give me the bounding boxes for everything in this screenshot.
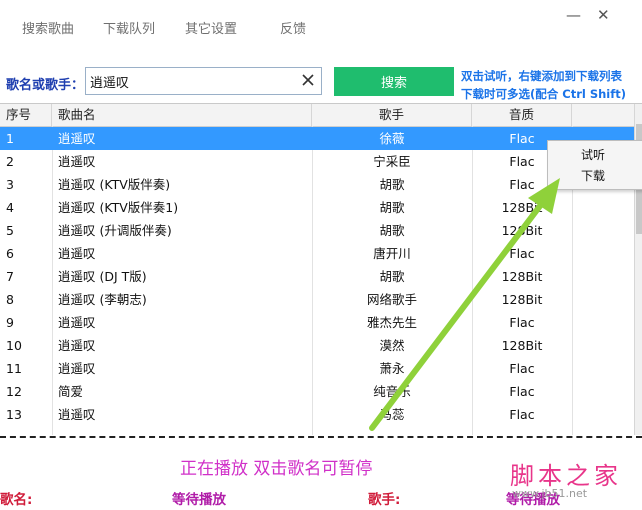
row-song-name: 逍遥叹 (KTV版伴奏1) (58, 200, 179, 215)
artist-label: 歌手: (368, 492, 401, 508)
divider (0, 436, 642, 438)
table-row[interactable]: 3 逍遥叹 (KTV版伴奏) 胡歌 Flac (0, 173, 634, 196)
clear-icon[interactable] (301, 73, 315, 87)
search-input[interactable] (90, 71, 290, 91)
results-table: 序号 歌曲名 歌手 音质 1 逍遥叹 徐薇 Flac 2 逍遥叹 宁采臣 Flac 3 逍遥叹 (… (0, 103, 642, 435)
row-artist: 雅杰先生 (366, 315, 417, 330)
row-quality: 128Bit (501, 338, 543, 353)
row-artist: 马蕊 (379, 407, 405, 422)
row-index: 11 (6, 361, 22, 376)
row-song-name: 逍遥叹 (58, 315, 96, 330)
row-index: 1 (6, 131, 14, 146)
song-label: 歌名: (0, 492, 33, 508)
table-row[interactable]: 11 逍遥叹 萧永 Flac (0, 357, 634, 380)
row-index: 12 (6, 384, 22, 399)
row-artist: 网络歌手 (366, 292, 417, 307)
hint-line-2: 下载时可多选(配合 Ctrl Shift) (461, 87, 626, 101)
close-button[interactable]: ✕ (597, 6, 610, 24)
row-index: 10 (6, 338, 22, 353)
row-quality: Flac (509, 315, 535, 330)
table-row[interactable]: 7 逍遥叹 (DJ T版) 胡歌 128Bit (0, 265, 634, 288)
row-artist: 漠然 (379, 338, 405, 353)
row-artist: 徐薇 (379, 131, 405, 146)
menu-other-settings[interactable]: 其它设置 (185, 18, 237, 37)
table-row[interactable]: 6 逍遥叹 唐开川 Flac (0, 242, 634, 265)
table-row[interactable]: 10 逍遥叹 漠然 128Bit (0, 334, 634, 357)
row-song-name: 逍遥叹 (58, 246, 96, 261)
row-song-name: 简爱 (58, 384, 84, 399)
row-artist: 唐开川 (373, 246, 411, 261)
row-index: 6 (6, 246, 14, 261)
header-quality[interactable]: 音质 (472, 104, 572, 126)
row-artist: 胡歌 (379, 177, 405, 192)
menu-download-queue[interactable]: 下载队列 (103, 18, 155, 37)
row-artist: 宁采臣 (373, 154, 411, 169)
row-song-name: 逍遥叹 (升调版伴奏) (58, 223, 172, 238)
row-song-name: 逍遥叹 (KTV版伴奏) (58, 177, 171, 192)
row-artist: 胡歌 (379, 223, 405, 238)
row-artist: 萧永 (379, 361, 405, 376)
row-song-name: 逍遥叹 (58, 361, 96, 376)
watermark-logo: 脚本之家 (510, 462, 622, 490)
row-index: 2 (6, 154, 14, 169)
row-index: 3 (6, 177, 14, 192)
row-artist: 胡歌 (379, 200, 405, 215)
row-index: 9 (6, 315, 14, 330)
minimize-button[interactable]: — (566, 6, 581, 24)
row-quality: 128Bit (501, 292, 543, 307)
table-row[interactable]: 4 逍遥叹 (KTV版伴奏1) 胡歌 128Bit (0, 196, 634, 219)
row-quality: 128Bit (501, 269, 543, 284)
table-header: 序号 歌曲名 歌手 音质 (0, 104, 634, 127)
row-quality: Flac (509, 246, 535, 261)
row-artist: 纯音乐 (373, 384, 411, 399)
row-quality: 128Bit (501, 200, 543, 215)
row-index: 4 (6, 200, 14, 215)
row-song-name: 逍遥叹 (58, 154, 96, 169)
watermark-url: www.jb51.net (512, 487, 588, 500)
search-label: 歌名或歌手： (6, 78, 85, 93)
table-row[interactable]: 1 逍遥叹 徐薇 Flac (0, 127, 634, 150)
row-song-name: 逍遥叹 (DJ T版) (58, 269, 147, 284)
context-menu: 试听 下载 (547, 140, 642, 190)
table-row[interactable]: 12 简爱 纯音乐 Flac (0, 380, 634, 403)
hint-line-1: 双击试听，右键添加到下载列表 (461, 69, 622, 83)
row-artist: 胡歌 (379, 269, 405, 284)
context-menu-preview[interactable]: 试听 (581, 146, 605, 163)
header-song-name[interactable]: 歌曲名 (52, 104, 312, 126)
row-song-name: 逍遥叹 (58, 131, 96, 146)
row-index: 8 (6, 292, 14, 307)
context-menu-download[interactable]: 下载 (581, 167, 605, 184)
row-quality: 128Bit (501, 223, 543, 238)
table-row[interactable]: 13 逍遥叹 马蕊 Flac (0, 403, 634, 426)
table-row[interactable]: 2 逍遥叹 宁采臣 Flac (0, 150, 634, 173)
search-button[interactable]: 搜索 (334, 67, 454, 96)
row-index: 5 (6, 223, 14, 238)
song-value: 等待播放 (172, 492, 226, 508)
table-row[interactable]: 5 逍遥叹 (升调版伴奏) 胡歌 128Bit (0, 219, 634, 242)
row-quality: Flac (509, 384, 535, 399)
menu-search-songs[interactable]: 搜索歌曲 (22, 18, 74, 37)
search-box (85, 67, 322, 95)
menu-feedback[interactable]: 反馈 (280, 18, 306, 37)
row-index: 13 (6, 407, 22, 422)
header-artist[interactable]: 歌手 (312, 104, 472, 126)
table-row[interactable]: 9 逍遥叹 雅杰先生 Flac (0, 311, 634, 334)
row-song-name: 逍遥叹 (李朝志) (58, 292, 147, 307)
now-playing-text[interactable]: 正在播放 双击歌名可暂停 (180, 454, 372, 479)
header-index[interactable]: 序号 (0, 104, 52, 126)
row-song-name: 逍遥叹 (58, 338, 96, 353)
row-quality: Flac (509, 407, 535, 422)
row-index: 7 (6, 269, 14, 284)
table-row[interactable]: 8 逍遥叹 (李朝志) 网络歌手 128Bit (0, 288, 634, 311)
row-song-name: 逍遥叹 (58, 407, 96, 422)
row-quality: Flac (509, 361, 535, 376)
